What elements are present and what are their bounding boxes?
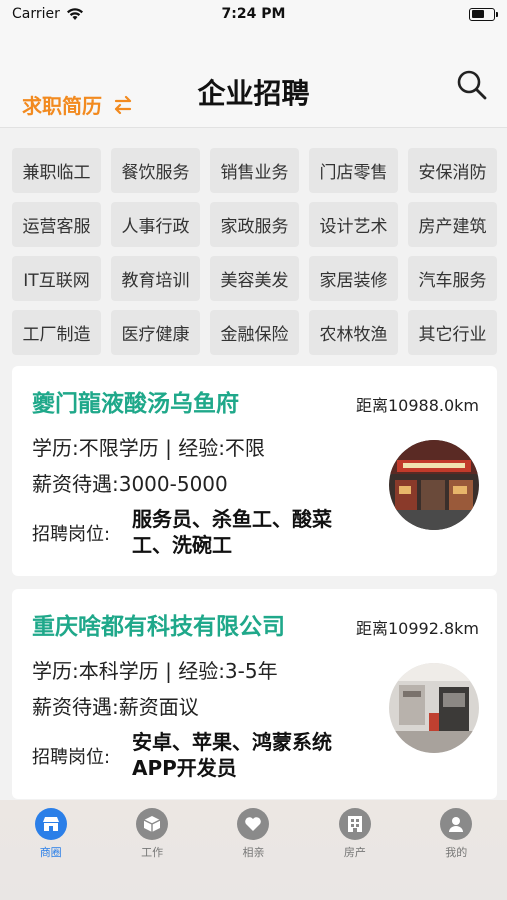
category-item[interactable]: 家居装修 [309,256,398,301]
status-time: 7:24 PM [221,6,286,22]
tab-property[interactable]: 房产 [320,808,390,900]
shop-icon [34,808,67,840]
salary: 薪资待遇:3000-5000 [32,472,228,496]
category-grid: 兼职临工 餐饮服务 销售业务 门店零售 安保消防 运营客服 人事行政 家政服务 … [12,148,497,355]
tab-work[interactable]: 工作 [117,808,187,900]
category-item[interactable]: 安保消防 [408,148,497,193]
heart-icon [237,808,270,840]
tab-label: 我的 [445,846,468,859]
tab-label: 工作 [141,846,164,859]
category-item[interactable]: 农林牧渔 [309,310,398,355]
tab-label: 房产 [343,846,366,859]
salary: 薪资待遇:薪资面议 [32,695,199,719]
carrier-label: Carrier [12,6,60,22]
page-title: 企业招聘 [197,77,310,110]
category-item[interactable]: 汽车服务 [408,256,497,301]
positions-value: 服务员、杀鱼工、酸菜工、洗碗工 [132,507,332,557]
wifi-icon [66,8,83,20]
status-left: Carrier [12,6,84,22]
category-item[interactable]: 运营客服 [12,202,101,247]
job-card[interactable]: 夔门龍液酸汤乌鱼府 距离10988.0km 学历:不限学历 | 经验:不限 薪资… [12,366,497,576]
company-name: 重庆啥都有科技有限公司 [32,614,285,640]
search-icon[interactable] [455,68,489,102]
tab-label: 商圈 [39,846,62,859]
category-item[interactable]: 餐饮服务 [111,148,200,193]
category-item[interactable]: IT互联网 [12,256,101,301]
tab-mine[interactable]: 我的 [421,808,491,900]
company-photo [389,663,479,753]
user-icon [440,808,473,840]
positions-value: 安卓、苹果、鸿蒙系统APP开发员 [132,730,332,780]
tab-label: 相亲 [242,846,265,859]
education-experience: 学历:不限学历 | 经验:不限 [32,436,265,460]
box-icon [136,808,169,840]
category-item[interactable]: 金融保险 [210,310,299,355]
positions-label: 招聘岗位: [32,747,111,768]
category-item[interactable]: 其它行业 [408,310,497,355]
status-bar: Carrier 7:24 PM [0,0,507,28]
category-item[interactable]: 家政服务 [210,202,299,247]
tab-shop[interactable]: 商圈 [16,808,86,900]
building-icon [338,808,371,840]
job-card[interactable]: 重庆啥都有科技有限公司 距离10992.8km 学历:本科学历 | 经验:3-5… [12,589,497,799]
distance-label: 距离10992.8km [355,619,479,638]
company-photo [389,440,479,530]
category-item[interactable]: 人事行政 [111,202,200,247]
positions-label: 招聘岗位: [32,524,111,545]
distance-label: 距离10988.0km [355,396,479,415]
category-item[interactable]: 兼职临工 [12,148,101,193]
category-item[interactable]: 医疗健康 [111,310,200,355]
company-name: 夔门龍液酸汤乌鱼府 [32,391,239,417]
category-item[interactable]: 销售业务 [210,148,299,193]
category-item[interactable]: 美容美发 [210,256,299,301]
tab-dating[interactable]: 相亲 [218,808,288,900]
category-item[interactable]: 教育培训 [111,256,200,301]
education-experience: 学历:本科学历 | 经验:3-5年 [32,659,278,683]
category-item[interactable]: 房产建筑 [408,202,497,247]
category-item[interactable]: 设计艺术 [309,202,398,247]
battery-icon [469,7,498,21]
category-item[interactable]: 门店零售 [309,148,398,193]
category-item[interactable]: 工厂制造 [12,310,101,355]
header: 求职简历 企业招聘 [0,28,507,128]
tab-bar: 商圈 工作 相亲 房产 我的 [0,800,507,900]
